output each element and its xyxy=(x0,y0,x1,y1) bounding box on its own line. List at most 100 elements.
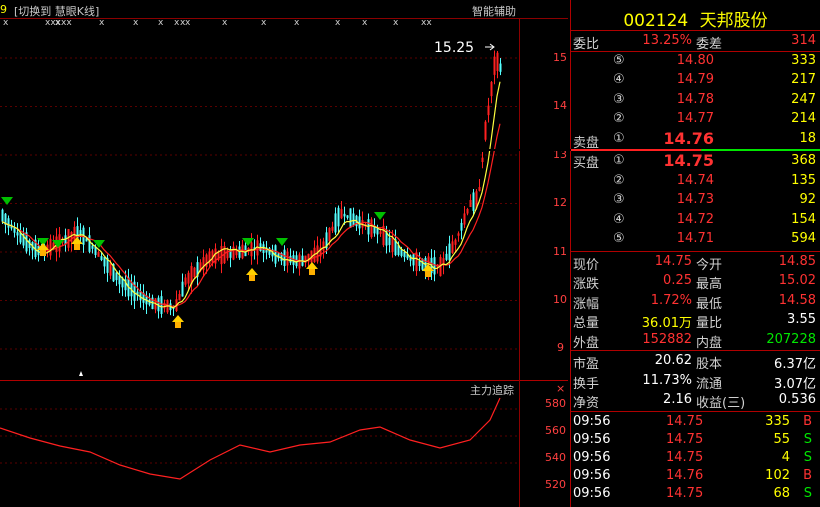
candle-body xyxy=(457,233,460,236)
sell-level-row: ② 14.77 214 xyxy=(571,110,820,129)
sell-price: 14.78 xyxy=(676,91,714,107)
candle-body xyxy=(448,243,451,261)
tick-side: S xyxy=(803,486,812,501)
toolbar-marker: xx xyxy=(61,18,72,28)
sell-level-row: ④ 14.79 217 xyxy=(571,71,820,90)
tick-volume: 335 xyxy=(765,414,790,429)
buy-level-row: ⑤ 14.71 594 xyxy=(571,230,820,249)
fund-value: 3.07亿 xyxy=(774,376,816,392)
buy-level-row: ② 14.74 135 xyxy=(571,172,820,191)
axis-tick: 11 xyxy=(553,245,567,258)
candle-body xyxy=(346,215,349,218)
tick-row: 09:56 14.75 68 S xyxy=(571,485,820,504)
fund-label: 换手 xyxy=(573,376,600,392)
level-number: ③ xyxy=(613,91,625,107)
candle-body xyxy=(469,199,472,208)
stat-label: 内盘 xyxy=(696,335,723,351)
switch-kline-button[interactable]: [切换到 慧眼K线] xyxy=(14,3,99,19)
toolbar-marker: x xyxy=(294,18,300,28)
fundamental-row: 净资 2.16 收益(三) 0.536 xyxy=(571,391,820,412)
buy-volume: 92 xyxy=(799,192,816,208)
candle-body xyxy=(418,261,421,266)
level-number: ④ xyxy=(613,211,625,227)
stat-row: 涨幅 1.72% 最低 14.58 xyxy=(571,292,820,312)
buy-price: 14.72 xyxy=(676,211,714,227)
tick-price: 14.75 xyxy=(666,486,704,501)
toolbar-marker: x xyxy=(393,18,399,28)
tick-side: B xyxy=(803,468,812,483)
indicator-tick: 580 xyxy=(545,397,566,410)
fund-label: 股本 xyxy=(696,357,723,372)
buy-signal-icon xyxy=(246,268,258,275)
buy-volume: 135 xyxy=(791,172,816,188)
tick-side: S xyxy=(803,432,812,447)
stat-value: 14.75 xyxy=(654,254,692,269)
buy-price: 14.73 xyxy=(676,192,714,208)
stat-value: 14.58 xyxy=(778,292,816,308)
fund-label: 市盈 xyxy=(573,357,600,372)
candle-body xyxy=(289,255,292,263)
stat-value: 36.01万 xyxy=(641,316,692,332)
fund-label: 净资 xyxy=(573,396,600,412)
kline-chart[interactable] xyxy=(0,0,568,507)
stat-label: 现价 xyxy=(573,258,600,273)
sell-level-row: ⑤ 14.80 333 xyxy=(571,52,820,71)
tick-side: S xyxy=(803,450,812,465)
level-number: ④ xyxy=(613,72,625,88)
candle-body xyxy=(454,239,457,245)
toolbar-marker: x xyxy=(335,18,341,28)
close-indicator-icon[interactable]: × xyxy=(556,382,565,395)
candle-body xyxy=(184,277,187,285)
smart-assist-button[interactable]: 智能辅助 xyxy=(472,3,516,19)
cursor-marker-icon xyxy=(79,371,83,376)
sell-volume: 333 xyxy=(791,53,816,68)
candle-body xyxy=(262,244,265,253)
tick-time: 09:56 xyxy=(573,468,611,483)
candle-body xyxy=(472,192,475,211)
stock-header: 002124 天邦股份 xyxy=(571,6,820,31)
tick-volume: 102 xyxy=(765,468,790,483)
toolbar-marker: x xyxy=(185,18,191,28)
candle-body xyxy=(286,251,289,266)
candle-body xyxy=(484,121,487,140)
buy-signal-box xyxy=(425,271,431,277)
stat-row: 涨跌 0.25 最高 15.02 xyxy=(571,272,820,293)
candle-body xyxy=(337,207,340,227)
candle-body xyxy=(487,105,490,116)
fund-value: 0.536 xyxy=(778,392,816,408)
candle-body xyxy=(88,235,91,252)
tick-price: 14.76 xyxy=(666,468,704,483)
weibi-row: 委比 13.25% 委差 314 xyxy=(571,32,820,52)
candle-body xyxy=(328,227,331,242)
tick-row: 09:56 14.75 335 B xyxy=(571,413,820,432)
axis-tick: 9 xyxy=(557,341,564,354)
chart-panel[interactable]: 9 [切换到 慧眼K线] 智能辅助 x xxx x xx x x x x x x x x x x x x xx … xyxy=(0,0,568,507)
weibi-label: 委比 xyxy=(573,37,600,52)
fund-value: 2.16 xyxy=(663,392,692,408)
fundamental-row: 市盈 20.62 股本 6.37亿 xyxy=(571,352,820,372)
level-number: ② xyxy=(613,111,625,127)
stat-label: 最高 xyxy=(696,277,723,293)
level-number: ③ xyxy=(613,192,625,208)
stat-row: 总量 36.01万 量比 3.55 xyxy=(571,311,820,332)
candle-body xyxy=(460,222,463,231)
stat-label: 最低 xyxy=(696,296,723,312)
tick-volume: 68 xyxy=(773,486,790,501)
axis-tick: 10 xyxy=(553,293,567,306)
candle-body xyxy=(370,219,373,238)
candle-body xyxy=(358,216,361,229)
candle-body xyxy=(499,63,502,72)
candle-body xyxy=(334,213,337,233)
buy-price: 14.71 xyxy=(676,231,714,247)
candle-body xyxy=(178,293,181,301)
weicha-label: 委差 xyxy=(696,37,723,52)
toolbar-marker: x xyxy=(222,18,228,28)
candle-body xyxy=(493,56,496,75)
axis-tick: 12 xyxy=(553,196,567,209)
candle-body xyxy=(490,81,493,97)
candle-body xyxy=(343,213,346,217)
sell-volume: 247 xyxy=(791,91,816,107)
last-price-label: 15.25 xyxy=(434,40,475,56)
sell-level-row: ① 14.76 18 xyxy=(571,129,820,149)
indicator-tick: 520 xyxy=(545,478,566,491)
